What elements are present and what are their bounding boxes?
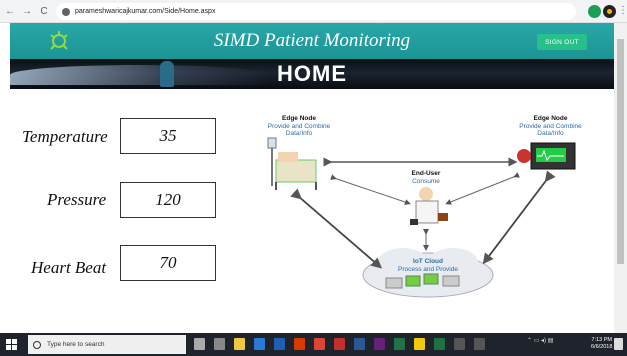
store-icon[interactable] — [274, 338, 285, 350]
clock-date: 6/6/2018 — [591, 344, 613, 350]
extension-icon[interactable] — [588, 5, 601, 18]
windows-taskbar: Type here to search ⌃ ▭ ◂) ▤ 7:13 PM 6/6… — [0, 333, 627, 356]
iot-cloud-label: IoT Cloud Process and Provide — [398, 258, 458, 273]
url-text: parameshwaricajkumar.com/Side/Home.aspx — [75, 8, 216, 15]
file-explorer-icon[interactable] — [234, 338, 245, 350]
site-info-icon[interactable] — [62, 7, 70, 16]
edge-node-right-label: Edge Node Provide and Combine Data/Info — [519, 115, 582, 137]
excel-icon[interactable] — [394, 338, 405, 350]
windows-start-icon[interactable] — [6, 339, 17, 350]
doctor-icon — [410, 187, 448, 225]
forward-icon[interactable]: → — [20, 4, 34, 18]
menu-icon[interactable]: ⋮ — [618, 5, 627, 16]
firefox-icon[interactable] — [294, 338, 305, 350]
heart-beat-label: Heart Beat — [31, 258, 107, 277]
iot-architecture-diagram: Edge Node Provide and Combine Data/Info … — [248, 110, 613, 305]
app-icon-2[interactable] — [414, 338, 425, 350]
mic-icon[interactable] — [194, 338, 205, 350]
site-header: SIMD Patient Monitoring SIGN OUT — [10, 23, 614, 59]
scrollbar-thumb[interactable] — [617, 39, 624, 264]
app-icon-4[interactable] — [454, 338, 465, 350]
hospital-bed-icon — [267, 137, 317, 190]
app-icon[interactable] — [354, 338, 365, 350]
back-icon[interactable]: ← — [3, 4, 17, 18]
app-icon-5[interactable] — [474, 338, 485, 350]
temperature-label: Temperature — [22, 127, 108, 146]
pressure-value: 120 — [120, 182, 216, 218]
page-scrollbar[interactable] — [614, 23, 627, 333]
chrome-profile-icon[interactable] — [603, 5, 616, 18]
address-bar[interactable]: parameshwaricajkumar.com/Side/Home.aspx — [56, 3, 576, 20]
page-title: HOME — [277, 61, 347, 86]
taskbar-search-input[interactable]: Type here to search — [28, 335, 186, 354]
task-view-icon[interactable] — [214, 338, 225, 350]
system-tray-icons[interactable]: ⌃ ▭ ◂) ▤ — [527, 337, 553, 344]
temperature-value: 35 — [120, 118, 216, 154]
end-user-label: End-User Consume — [411, 170, 441, 185]
reload-icon[interactable]: C — [37, 4, 51, 18]
search-icon — [33, 340, 41, 349]
visual-studio-icon[interactable] — [374, 338, 385, 350]
app-icon-3[interactable] — [434, 338, 445, 350]
patient-monitor-icon — [517, 142, 576, 170]
heart-beat-value: 70 — [120, 245, 216, 281]
chrome-icon[interactable] — [314, 338, 325, 350]
diagram-graphics — [267, 137, 576, 298]
browser-toolbar: ← → C parameshwaricajkumar.com/Side/Home… — [0, 0, 627, 23]
acrobat-icon[interactable] — [334, 338, 345, 350]
home-banner: HOME — [10, 59, 614, 89]
edge-node-left-label: Edge Node Provide and Combine Data/Info — [267, 115, 331, 137]
site-title: SIMD Patient Monitoring — [213, 30, 411, 51]
edge-browser-icon[interactable] — [254, 338, 265, 350]
clock-time: 7:13 PM — [591, 337, 612, 343]
pressure-label: Pressure — [47, 190, 107, 209]
sign-out-button[interactable]: SIGN OUT — [537, 34, 587, 50]
notification-icon[interactable] — [614, 338, 623, 350]
taskbar-clock[interactable]: 7:13 PM 6/6/2018 — [591, 337, 612, 351]
search-placeholder: Type here to search — [47, 341, 105, 348]
